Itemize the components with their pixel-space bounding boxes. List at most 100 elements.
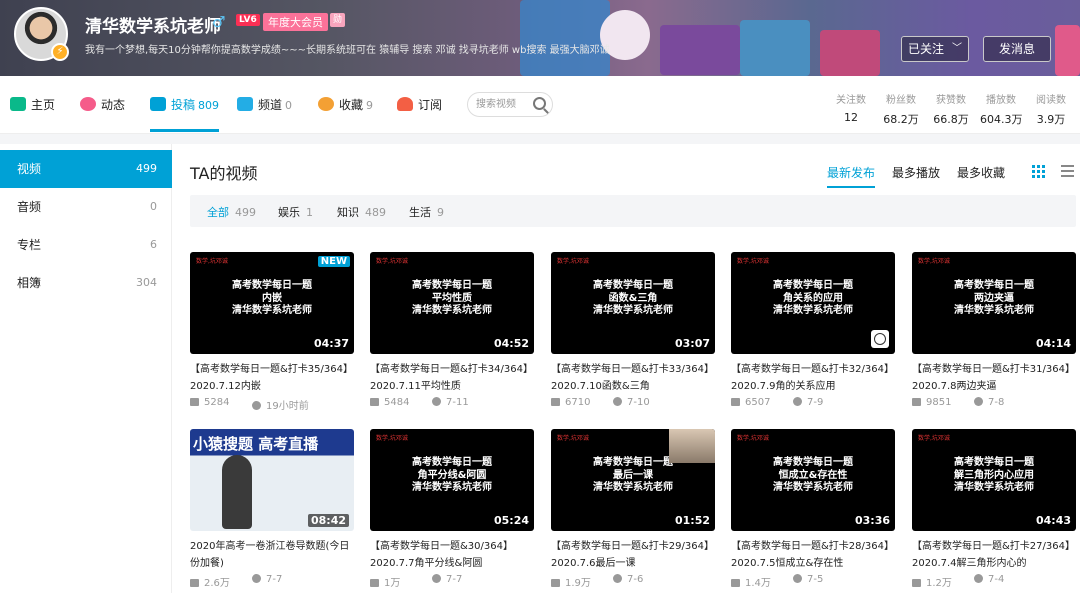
video-title[interactable]: 【高考数学每日一题&打卡32/364】2020.7.9角的关系应用: [731, 361, 895, 395]
sort-most-favorited[interactable]: 最多收藏: [957, 164, 1005, 181]
video-title[interactable]: 【高考数学每日一题&打卡28/364】2020.7.5恒成立&存在性: [731, 538, 895, 572]
tab-subscribe[interactable]: 订阅: [397, 96, 442, 132]
message-button[interactable]: 发消息: [983, 36, 1051, 62]
list-view-icon[interactable]: [1061, 165, 1074, 178]
video-card[interactable]: 数学,坑邓诚 高考数学每日一题 角关系的应用 清华数学系坑老师 【高考数学每日一题&打卡…: [731, 252, 895, 411]
tab-upload[interactable]: 投稿 809: [150, 96, 220, 132]
watch-later-icon[interactable]: [871, 330, 889, 348]
video-thumbnail[interactable]: 数学,坑邓诚 高考数学每日一题 角平分线&阿圆 清华数学系坑老师 05:24: [370, 429, 534, 531]
thumb-tag: 数学,坑邓诚: [376, 258, 408, 265]
medal-icon[interactable]: 勋: [330, 13, 345, 27]
thumb-text: 高考数学每日一题: [412, 280, 492, 291]
video-time: 7-5: [807, 574, 824, 585]
clock-icon: [793, 397, 802, 406]
video-thumbnail[interactable]: 数学,坑邓诚 高考数学每日一题 最后一课 清华数学系坑老师 01:52: [551, 429, 715, 531]
sidebar-item-label: 视频: [17, 162, 42, 176]
thumb-text: 高考数学每日一题: [773, 280, 853, 291]
follow-button[interactable]: 已关注 ﹀: [901, 36, 969, 62]
video-duration: 03:36: [854, 514, 890, 527]
video-thumbnail[interactable]: 数学,坑邓诚 高考数学每日一题 解三角形内心应用 清华数学系坑老师 04:43: [912, 429, 1076, 531]
video-title[interactable]: 【高考数学每日一题&打卡31/364】2020.7.8两边夹逼: [912, 361, 1076, 395]
video-card[interactable]: 数学,坑邓诚 高考数学每日一题 解三角形内心应用 清华数学系坑老师 04:43 【高考数学…: [912, 429, 1076, 589]
stat-label: 关注数: [836, 95, 866, 106]
video-thumbnail[interactable]: 数学,坑邓诚 高考数学每日一题 平均性质 清华数学系坑老师 04:52: [370, 252, 534, 354]
video-thumbnail[interactable]: 小猿搜题 高考直播 08:42: [190, 429, 354, 531]
video-time: 19小时前: [266, 401, 309, 412]
search-icon[interactable]: [533, 97, 546, 110]
video-meta: 9851 7-8: [912, 397, 1076, 411]
sidebar-item-audio[interactable]: 音频 0: [0, 188, 172, 226]
tab-count: 0: [285, 99, 293, 112]
video-card[interactable]: 数学,坑邓诚 高考数学每日一题 平均性质 清华数学系坑老师 04:52 【高考数学每日一题…: [370, 252, 534, 411]
play-icon: [370, 398, 379, 406]
video-card[interactable]: 数学,坑邓诚 高考数学每日一题 角平分线&阿圆 清华数学系坑老师 05:24 【高考数学每…: [370, 429, 534, 589]
filter-all[interactable]: 全部 499: [207, 204, 256, 220]
thumb-tag: 数学,坑邓诚: [918, 435, 950, 442]
thumb-text: 清华数学系坑老师: [954, 482, 1034, 493]
video-meta: 1.4万 7-5: [731, 574, 895, 589]
sort-newest[interactable]: 最新发布: [827, 164, 876, 188]
video-thumbnail[interactable]: 数学,坑邓诚 高考数学每日一题 恒成立&存在性 清华数学系坑老师 03:36: [731, 429, 895, 531]
video-time-wrap: 7-7: [252, 574, 282, 585]
video-thumbnail[interactable]: 数学,坑邓诚 高考数学每日一题 角关系的应用 清华数学系坑老师: [731, 252, 895, 354]
filter-knowledge[interactable]: 知识 489: [337, 204, 386, 220]
thumb-text: 清华数学系坑老师: [232, 305, 312, 316]
tab-dynamic[interactable]: 动态: [80, 96, 125, 132]
video-views: 6710: [565, 397, 591, 408]
tab-channel[interactable]: 频道 0: [237, 96, 292, 132]
thumb-tag: 数学,坑邓诚: [737, 258, 769, 265]
tab-label: 收藏: [339, 98, 364, 112]
filter-count: 489: [365, 206, 386, 219]
stat-label: 播放数: [986, 95, 1016, 106]
vip-badge[interactable]: 年度大会员: [263, 13, 328, 31]
video-duration: 03:07: [674, 337, 710, 350]
filter-life[interactable]: 生活 9: [409, 204, 444, 220]
video-thumbnail[interactable]: 数学,坑邓诚 高考数学每日一题 内嵌 清华数学系坑老师 NEW 04:37: [190, 252, 354, 354]
teacher-image: [222, 455, 252, 529]
video-card[interactable]: 数学,坑邓诚 高考数学每日一题 最后一课 清华数学系坑老师 01:52 【高考数学每日一题…: [551, 429, 715, 589]
video-title[interactable]: 【高考数学每日一题&打卡34/364】2020.7.11平均性质: [370, 361, 534, 395]
avatar[interactable]: ⚡: [14, 7, 69, 61]
video-title[interactable]: 2020年高考一卷浙江卷导数题(今日份加餐): [190, 538, 354, 572]
video-title[interactable]: 【高考数学每日一题&30/364】2020.7.7角平分线&阿圆: [370, 538, 534, 572]
video-card[interactable]: 数学,坑邓诚 高考数学每日一题 函数&三角 清华数学系坑老师 03:07 【高考数学每日一…: [551, 252, 715, 411]
sort-most-played[interactable]: 最多播放: [892, 164, 940, 181]
filter-entertainment[interactable]: 娱乐 1: [278, 204, 313, 220]
tab-home[interactable]: 主页: [10, 96, 55, 132]
video-title[interactable]: 【高考数学每日一题&打卡27/364】2020.7.4解三角形内心的: [912, 538, 1076, 572]
video-card[interactable]: 数学,坑邓诚 高考数学每日一题 恒成立&存在性 清华数学系坑老师 03:36 【高考数学每…: [731, 429, 895, 589]
thumb-tag: 数学,坑邓诚: [557, 435, 589, 442]
sidebar-item-video[interactable]: 视频 499: [0, 150, 172, 188]
tab-favorite[interactable]: 收藏 9: [318, 96, 373, 132]
thumb-text: 清华数学系坑老师: [773, 305, 853, 316]
grid-view-icon[interactable]: [1032, 165, 1045, 178]
video-title[interactable]: 【高考数学每日一题&打卡33/364】2020.7.10函数&三角: [551, 361, 715, 395]
stat-plays: 播放数 604.3万: [980, 91, 1023, 127]
video-thumbnail[interactable]: 数学,坑邓诚 高考数学每日一题 函数&三角 清华数学系坑老师 03:07: [551, 252, 715, 354]
video-meta: 6710 7-10: [551, 397, 715, 411]
video-card[interactable]: 数学,坑邓诚 高考数学每日一题 内嵌 清华数学系坑老师 NEW 04:37 【高考数学每日一…: [190, 252, 354, 412]
video-thumbnail[interactable]: 数学,坑邓诚 高考数学每日一题 两边夹逼 清华数学系坑老师 04:14: [912, 252, 1076, 354]
thumb-text: 高考数学每日一题: [954, 280, 1034, 291]
clock-icon: [793, 574, 802, 583]
username: 清华数学系坑老师: [85, 17, 221, 37]
sidebar-item-article[interactable]: 专栏 6: [0, 226, 172, 264]
page-title: TA的视频: [190, 164, 258, 183]
video-title[interactable]: 【高考数学每日一题&打卡35/364】2020.7.12内嵌: [190, 361, 354, 395]
thumb-text: 角平分线&阿圆: [417, 469, 487, 481]
clock-icon: [252, 401, 261, 410]
stat-fans[interactable]: 粉丝数 68.2万: [882, 91, 920, 127]
video-title[interactable]: 【高考数学每日一题&打卡29/364】2020.7.6最后一课: [551, 538, 715, 572]
video-card[interactable]: 小猿搜题 高考直播 08:42 2020年高考一卷浙江卷导数题(今日份加餐) 2.6万…: [190, 429, 354, 589]
banner-gift: [740, 20, 810, 76]
video-meta: 5284 19小时前: [190, 397, 354, 412]
thumb-text: 高考数学每日一题: [954, 457, 1034, 468]
thumb-text: 平均性质: [432, 292, 472, 304]
video-time: 7-7: [446, 574, 463, 585]
search-input[interactable]: 搜索视频: [467, 92, 553, 117]
sidebar-item-count: 499: [136, 162, 157, 175]
sidebar-item-album[interactable]: 相簿 304: [0, 264, 172, 302]
stat-following[interactable]: 关注数 12: [834, 91, 868, 124]
tab-label: 频道: [258, 98, 283, 112]
video-card[interactable]: 数学,坑邓诚 高考数学每日一题 两边夹逼 清华数学系坑老师 04:14 【高考数学每日一题…: [912, 252, 1076, 411]
